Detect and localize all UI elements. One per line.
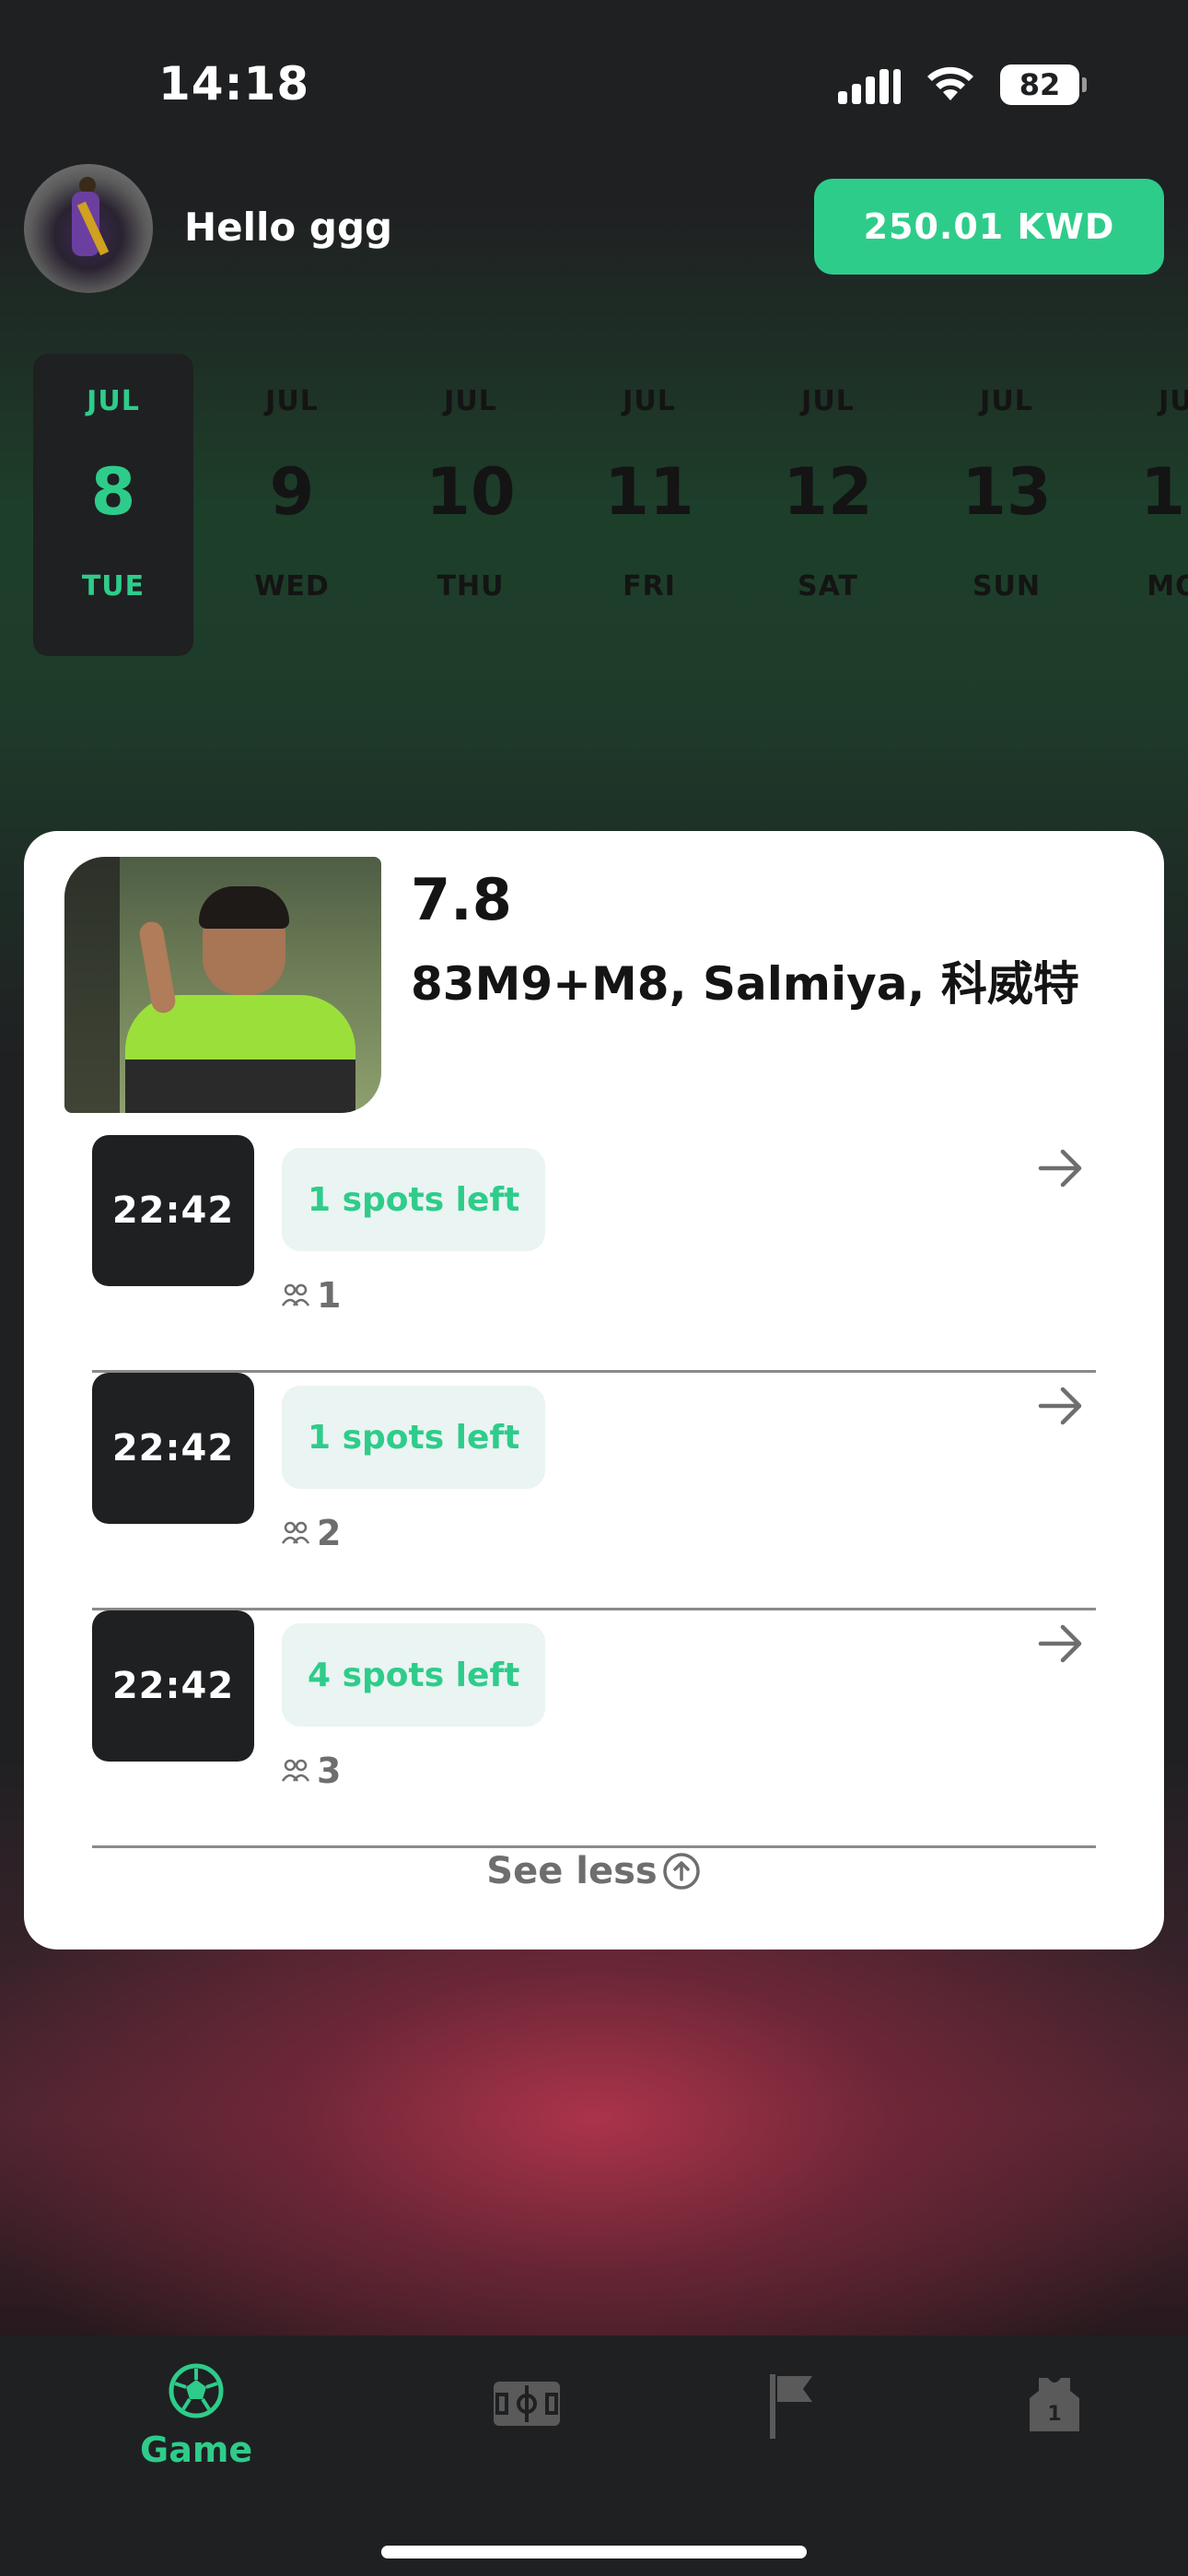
players-count-value: 3 xyxy=(317,1751,342,1791)
date-day: 9 xyxy=(269,454,315,530)
date-item[interactable]: JUL 10 THU xyxy=(390,354,551,656)
players-count: 3 xyxy=(282,1751,341,1791)
tab-game[interactable]: Game xyxy=(140,2361,252,2470)
date-month: JUL xyxy=(623,385,676,417)
date-day: 14 xyxy=(1140,454,1188,530)
date-weekday: SUN xyxy=(972,570,1042,603)
date-weekday: WED xyxy=(254,570,330,603)
home-indicator xyxy=(381,2546,807,2558)
slot-time: 22:42 xyxy=(92,1373,254,1524)
date-day: 11 xyxy=(604,454,694,530)
tab-field[interactable] xyxy=(494,2382,560,2426)
venue-rating: 7.8 xyxy=(411,866,512,933)
players-count: 1 xyxy=(282,1275,341,1316)
arrow-right-icon[interactable] xyxy=(1035,1380,1087,1432)
date-weekday: FRI xyxy=(623,570,676,603)
players-count-value: 2 xyxy=(317,1513,342,1553)
date-item[interactable]: JUL 14 MON xyxy=(1105,354,1188,656)
players-count-value: 1 xyxy=(317,1275,342,1316)
date-weekday: TUE xyxy=(81,570,146,603)
spots-left-badge: 1 spots left xyxy=(282,1148,546,1251)
arrow-right-icon[interactable] xyxy=(1035,1142,1087,1194)
tab-flag[interactable] xyxy=(770,2374,816,2439)
arrow-up-circle-icon xyxy=(662,1853,700,1890)
date-day: 13 xyxy=(961,454,1052,530)
date-month: JUL xyxy=(1159,385,1188,417)
date-weekday: THU xyxy=(437,570,505,603)
wifi-icon xyxy=(927,66,973,100)
slot-time: 22:42 xyxy=(92,1610,254,1762)
greeting: Hello ggg xyxy=(184,205,393,250)
people-icon xyxy=(282,1759,309,1782)
date-day: 8 xyxy=(90,454,136,530)
signal-icon xyxy=(838,65,901,104)
players-count: 2 xyxy=(282,1513,341,1553)
date-item[interactable]: JUL 13 SUN xyxy=(926,354,1087,656)
date-item[interactable]: JUL 8 TUE xyxy=(33,354,193,656)
date-day: 12 xyxy=(783,454,873,530)
arrow-right-icon[interactable] xyxy=(1035,1618,1087,1669)
slot-row[interactable]: 22:42 4 spots left 3 xyxy=(92,1610,1096,1848)
svg-text:1: 1 xyxy=(1047,2403,1061,2426)
spots-left-badge: 1 spots left xyxy=(282,1386,546,1489)
venue-card: 7.8 83M9+M8, Salmiya, 科威特 22:42 1 spots … xyxy=(24,831,1164,1950)
avatar[interactable] xyxy=(24,164,153,293)
date-month: JUL xyxy=(87,385,140,417)
people-icon xyxy=(282,1283,309,1306)
spots-left-badge: 4 spots left xyxy=(282,1623,546,1727)
date-weekday: MON xyxy=(1147,570,1188,603)
tab-game-label: Game xyxy=(140,2430,253,2470)
venue-photo[interactable] xyxy=(64,857,381,1113)
jersey-icon: 1 xyxy=(1030,2378,1079,2431)
date-month: JUL xyxy=(801,385,855,417)
people-icon xyxy=(282,1521,309,1544)
date-month: JUL xyxy=(265,385,319,417)
balance-button[interactable]: 250.01 KWD xyxy=(814,179,1164,275)
tab-bar: Game 1 xyxy=(0,2336,1188,2576)
date-item[interactable]: JUL 12 SAT xyxy=(748,354,908,656)
battery-icon: 82 xyxy=(1000,64,1087,105)
date-day: 10 xyxy=(425,454,516,530)
date-weekday: SAT xyxy=(798,570,858,603)
flag-icon xyxy=(770,2374,812,2439)
date-month: JUL xyxy=(980,385,1033,417)
date-month: JUL xyxy=(444,385,497,417)
soccer-ball-icon xyxy=(169,2363,224,2418)
see-less-button[interactable]: See less xyxy=(24,1850,1164,1892)
divider xyxy=(92,1845,1096,1848)
status-time: 14:18 xyxy=(158,57,310,111)
slot-time: 22:42 xyxy=(92,1135,254,1286)
see-less-label: See less xyxy=(486,1850,658,1892)
tab-jersey[interactable]: 1 xyxy=(1026,2378,1083,2431)
slot-row[interactable]: 22:42 1 spots left 1 xyxy=(92,1135,1096,1373)
date-item[interactable]: JUL 9 WED xyxy=(212,354,372,656)
status-icons: 82 xyxy=(838,64,1087,105)
date-strip[interactable]: JUL 8 TUE JUL 9 WED JUL 10 THU JUL 11 FR… xyxy=(33,354,1188,656)
date-item[interactable]: JUL 11 FRI xyxy=(569,354,729,656)
slot-row[interactable]: 22:42 1 spots left 2 xyxy=(92,1373,1096,1610)
field-icon xyxy=(494,2382,560,2426)
venue-address: 83M9+M8, Salmiya, 科威特 xyxy=(411,957,1079,1011)
